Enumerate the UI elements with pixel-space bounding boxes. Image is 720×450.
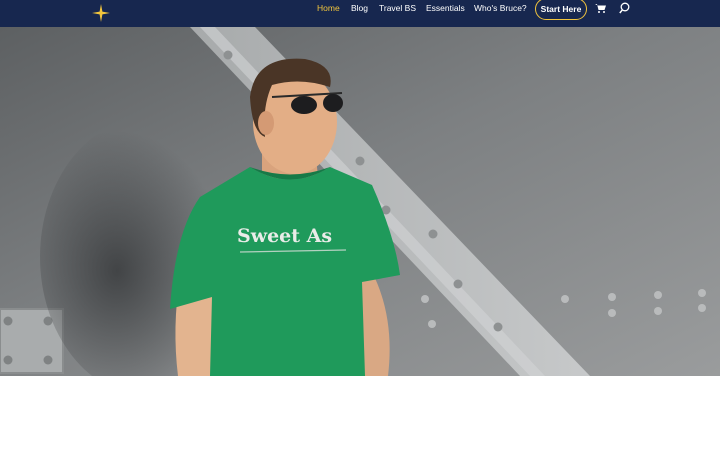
search-icon[interactable]	[619, 2, 630, 14]
start-here-button[interactable]: Start Here	[535, 0, 587, 20]
hero-photo: Sweet As	[0, 27, 720, 376]
nav-item-essentials[interactable]: Essentials	[426, 3, 465, 13]
hero-image: Sweet As	[0, 27, 720, 376]
nav-item-blog[interactable]: Blog	[351, 3, 368, 13]
nav-item-home[interactable]: Home	[317, 3, 340, 13]
top-navbar: Home Blog Travel BS Essentials Who's Bru…	[0, 0, 720, 27]
nav-item-whos-bruce[interactable]: Who's Bruce?	[474, 3, 527, 13]
shirt-text: Sweet As	[237, 225, 332, 247]
cart-icon[interactable]	[595, 3, 606, 13]
content-area	[0, 376, 720, 450]
star-logo-icon[interactable]	[92, 4, 110, 22]
nav-item-travel-bs[interactable]: Travel BS	[379, 3, 416, 13]
